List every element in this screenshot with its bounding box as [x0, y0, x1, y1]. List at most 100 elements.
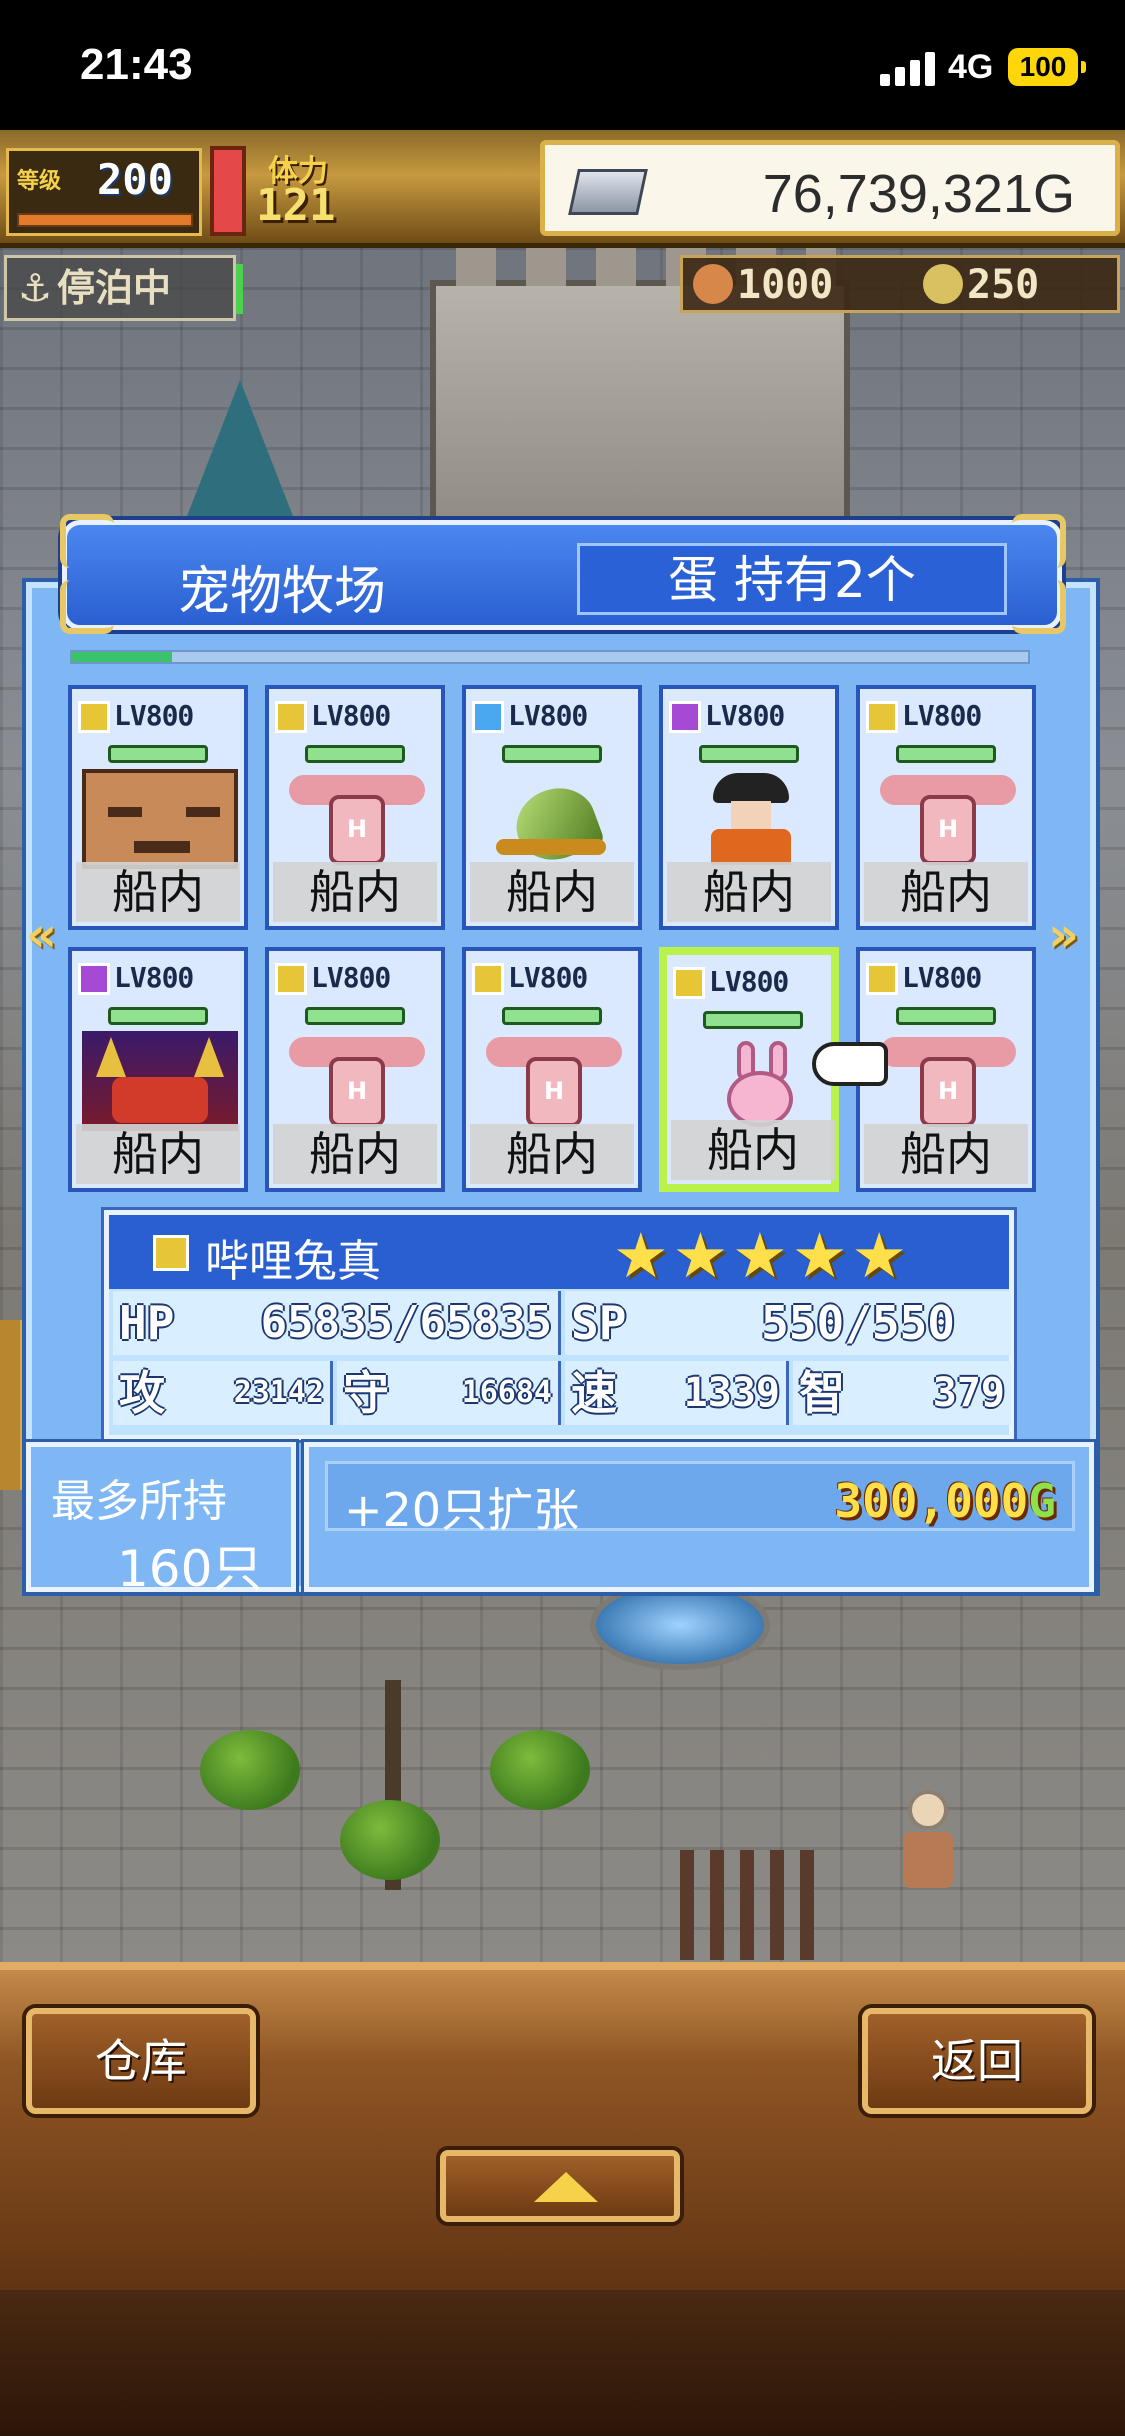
- corner-ornament: [60, 580, 114, 634]
- gold-amount: 76,739,321G: [762, 164, 1075, 224]
- pet-info-box: 哔哩兔真 ★★★★★ HP 65835/65835 SP 550/550 攻 2…: [104, 1210, 1014, 1440]
- silver-bar-icon: [568, 169, 648, 215]
- status-time: 21:43: [80, 40, 193, 89]
- pet-level: LV800: [311, 699, 391, 732]
- pet-card[interactable]: LV800 船内: [462, 685, 642, 930]
- fence: [680, 1850, 830, 1960]
- pet-info-header: 哔哩兔真 ★★★★★: [109, 1215, 1009, 1292]
- pet-name: 哔哩兔真: [205, 1236, 381, 1287]
- pet-hp-bar: [502, 745, 602, 763]
- pet-sprite: H: [476, 1031, 632, 1131]
- gold-display[interactable]: 76,739,321G: [540, 140, 1120, 236]
- fountain: [590, 1580, 770, 1670]
- pet-level: LV800: [902, 961, 982, 994]
- pet-location: 船内: [273, 862, 437, 922]
- medal-icon: [923, 264, 963, 304]
- expand-button[interactable]: +20只扩张 300,000G: [325, 1461, 1075, 1537]
- pet-card[interactable]: LV800 H 船内: [462, 947, 642, 1192]
- level-value: 200: [97, 155, 173, 204]
- expand-box: +20只扩张 300,000G: [304, 1442, 1094, 1592]
- panel-title: 宠物牧场: [177, 562, 386, 622]
- expand-menu-button[interactable]: [440, 2150, 680, 2222]
- exp-bar: [17, 213, 193, 227]
- resource-box[interactable]: 1000 250: [680, 255, 1120, 313]
- star-rating: ★★★★★: [613, 1219, 911, 1292]
- sp-value: 550/550: [761, 1296, 955, 1350]
- rank-icon: [78, 701, 110, 733]
- pet-hp-bar: [699, 745, 799, 763]
- pet-location: 船内: [671, 1120, 835, 1180]
- pet-sprite: [82, 769, 238, 869]
- pet-card[interactable]: LV800 H 船内: [265, 947, 445, 1192]
- hp-label: HP: [119, 1296, 175, 1350]
- rank-icon: [866, 963, 898, 995]
- status-bar: 21:43 4G 100: [0, 0, 1125, 130]
- pet-card[interactable]: LV800 船内: [659, 685, 839, 930]
- pet-card[interactable]: LV800 船内: [68, 947, 248, 1192]
- next-page-arrow[interactable]: »: [1048, 910, 1096, 960]
- pet-level: LV800: [114, 961, 194, 994]
- top-hud: 等级 200 体力 121 76,739,321G: [0, 130, 1125, 248]
- castle: [430, 246, 850, 540]
- scroll-thumb[interactable]: [72, 652, 172, 662]
- rank-icon: [275, 963, 307, 995]
- corner-ornament: [1012, 514, 1066, 568]
- expand-price-amount: 300,000: [834, 1474, 1029, 1528]
- pet-level: LV800: [508, 699, 588, 732]
- rank-icon: [153, 1235, 189, 1271]
- rank-icon: [275, 701, 307, 733]
- pet-level: LV800: [311, 961, 391, 994]
- pet-sprite: [476, 769, 632, 871]
- network-type: 4G: [948, 48, 994, 86]
- list-scrollbar[interactable]: [70, 650, 1030, 664]
- bush: [490, 1730, 590, 1810]
- rank-icon: [866, 701, 898, 733]
- pet-location: 船内: [470, 1124, 634, 1184]
- townsperson[interactable]: [900, 1790, 956, 1890]
- rank-icon: [673, 967, 705, 999]
- level-box[interactable]: 等级 200: [6, 148, 202, 236]
- spd-label: 速: [571, 1366, 617, 1420]
- back-button[interactable]: 返回: [862, 2008, 1092, 2114]
- expand-currency: G: [1028, 1474, 1056, 1528]
- pet-hp-bar: [305, 1007, 405, 1025]
- stamina-bar: [210, 146, 246, 236]
- resource-2-value: 250: [967, 262, 1040, 308]
- anchor-icon: ⚓: [17, 266, 53, 310]
- pet-sprite: [673, 769, 829, 869]
- rank-icon: [669, 701, 701, 733]
- prev-page-arrow[interactable]: «: [26, 910, 74, 960]
- resource-1-value: 1000: [737, 262, 834, 308]
- warehouse-button[interactable]: 仓库: [26, 2008, 256, 2114]
- egg-count-tab[interactable]: 蛋 持有2个: [577, 543, 1007, 615]
- pet-card[interactable]: LV800 H 船内: [856, 685, 1036, 930]
- dock-status[interactable]: ⚓ 停泊中: [4, 255, 243, 321]
- int-label: 智: [799, 1366, 845, 1420]
- pet-level: LV800: [114, 699, 194, 732]
- pet-level: LV800: [709, 965, 789, 998]
- up-arrow-icon: [534, 2172, 598, 2202]
- stamina-value: 121: [256, 180, 336, 231]
- pet-hp-bar: [108, 1007, 208, 1025]
- pet-sprite: H: [279, 769, 435, 869]
- battery-icon: 100: [1008, 48, 1086, 86]
- panel-header: 宠物牧场 蛋 持有2个: [62, 520, 1062, 630]
- corner-ornament: [1012, 580, 1066, 634]
- pet-hp-bar: [108, 745, 208, 763]
- pet-sprite: H: [279, 1031, 435, 1131]
- pet-sprite: H: [870, 1031, 1026, 1131]
- pet-card[interactable]: LV800 船内: [68, 685, 248, 930]
- pet-location: 船内: [273, 1124, 437, 1184]
- atk-label: 攻: [119, 1366, 165, 1420]
- pet-card[interactable]: LV800 H 船内: [265, 685, 445, 930]
- pet-hp-bar: [305, 745, 405, 763]
- pet-sprite: [82, 1031, 238, 1131]
- pet-location: 船内: [864, 862, 1028, 922]
- sp-label: SP: [571, 1296, 627, 1350]
- pet-sprite: H: [870, 769, 1026, 869]
- bush: [200, 1730, 300, 1810]
- pet-hp-bar: [703, 1011, 803, 1029]
- signal-icon: [880, 52, 936, 86]
- rank-icon: [472, 701, 504, 733]
- expand-label: +20只扩张: [344, 1483, 580, 1537]
